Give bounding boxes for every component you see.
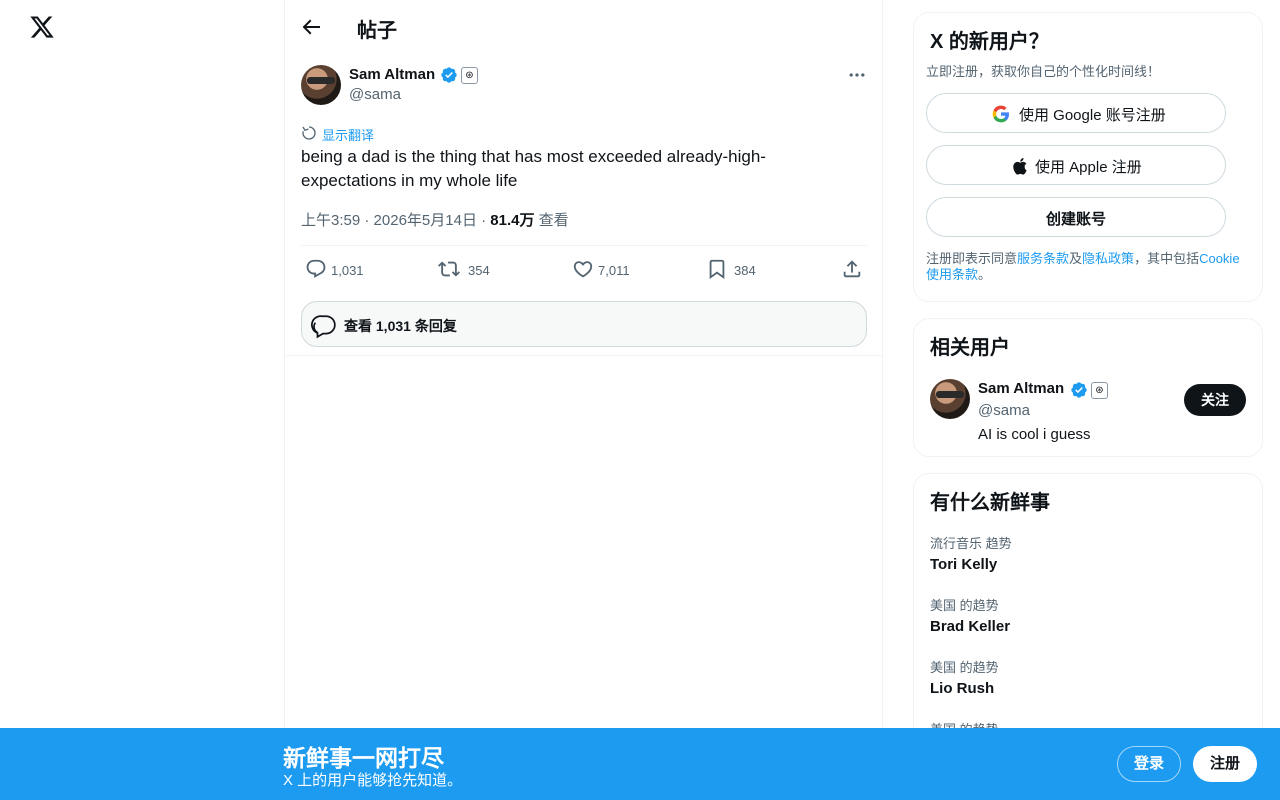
- legal-and: 及: [1069, 251, 1083, 266]
- tweet-meta: 上午3:59 · 2026年5月14日 · 81.4万 查看: [301, 209, 569, 230]
- trend-category: 美国 的趋势: [930, 660, 999, 675]
- back-arrow-icon[interactable]: [299, 15, 323, 39]
- tweet-date[interactable]: 2026年5月14日: [374, 212, 477, 229]
- view-replies-label: 查看 1,031 条回复: [344, 318, 457, 334]
- translate-label: 显示翻译: [322, 128, 375, 143]
- related-avatar[interactable]: [930, 379, 970, 419]
- divider: [301, 245, 867, 246]
- bookmark-icon: [709, 259, 725, 280]
- verified-icon: [441, 67, 457, 83]
- trend-name: Lio Rush: [930, 680, 995, 697]
- tweet-text: being a dad is the thing that has most e…: [301, 147, 766, 190]
- apple-icon: [1013, 158, 1027, 175]
- tweet-time[interactable]: 上午3:59: [301, 212, 360, 229]
- legal-including: ，其中包括: [1134, 251, 1200, 266]
- tweet-actions: 1,031 354 7,011 384: [301, 255, 867, 285]
- google-signup-button[interactable]: 使用 Google 账号注册: [926, 93, 1226, 133]
- follow-button[interactable]: 关注: [1184, 384, 1246, 416]
- bookmark-button[interactable]: 384: [702, 255, 782, 285]
- trend-item[interactable]: 流行音乐 趋势 Tori Kelly: [930, 533, 1248, 573]
- affiliate-badge: ⊛: [461, 67, 478, 84]
- google-icon: [992, 105, 1009, 123]
- share-icon: [843, 260, 861, 278]
- trends-title: 有什么新鲜事: [930, 492, 1050, 514]
- apple-signup-button[interactable]: 使用 Apple 注册: [926, 145, 1226, 185]
- verified-icon: [1071, 382, 1087, 398]
- separator: ·: [481, 212, 487, 229]
- retweet-button[interactable]: 354: [434, 255, 514, 285]
- privacy-link[interactable]: 隐私政策: [1082, 251, 1134, 266]
- author-handle[interactable]: @sama: [349, 86, 401, 103]
- view-label: 查看: [538, 212, 569, 229]
- trend-category: 美国 的趋势: [930, 598, 999, 613]
- reply-button[interactable]: 1,031: [301, 255, 391, 285]
- affiliate-badge: ⊛: [1091, 382, 1108, 399]
- signup-subtitle: 立即注册，获取你自己的个性化时间线！: [926, 64, 1161, 79]
- retweet-count: 354: [468, 263, 490, 278]
- related-bio: AI is cool i guess: [978, 426, 1091, 443]
- legal-prefix: 注册即表示同意: [926, 251, 1018, 266]
- divider: [285, 355, 883, 356]
- related-title: 相关用户: [930, 337, 1010, 359]
- translate-icon: [302, 126, 316, 140]
- reply-count: 1,031: [331, 263, 364, 278]
- separator: ·: [364, 212, 370, 229]
- author-name[interactable]: Sam Altman: [349, 66, 435, 83]
- main-column: 帖子 Sam Altman ⊛ @sama 显示翻译 being a dad i…: [284, 0, 883, 800]
- like-icon: [573, 261, 593, 278]
- signup-banner: 新鲜事一网打尽 X 上的用户能够抢先知道。 登录 注册: [0, 728, 1280, 800]
- like-button[interactable]: 7,011: [568, 255, 648, 285]
- trend-item[interactable]: 美国 的趋势 Brad Keller: [930, 595, 1248, 635]
- top-bar: 帖子: [285, 0, 883, 53]
- page-title: 帖子: [357, 20, 397, 42]
- login-button[interactable]: 登录: [1117, 746, 1181, 782]
- google-signup-label: 使用 Google 账号注册: [1019, 107, 1166, 124]
- bookmark-count: 384: [734, 263, 756, 278]
- banner-subtitle: X 上的用户能够抢先知道。: [283, 772, 463, 789]
- reply-bubbles-icon: [311, 315, 336, 339]
- create-account-label: 创建账号: [1045, 211, 1106, 228]
- signup-button[interactable]: 注册: [1193, 746, 1257, 782]
- apple-signup-label: 使用 Apple 注册: [1035, 159, 1142, 176]
- share-button[interactable]: [837, 255, 867, 285]
- related-name[interactable]: Sam Altman: [978, 380, 1064, 397]
- x-logo-icon[interactable]: [29, 14, 55, 40]
- signup-card: X 的新用户？ 立即注册，获取你自己的个性化时间线！ 使用 Google 账号注…: [913, 12, 1263, 302]
- trend-category: 流行音乐 趋势: [930, 536, 1012, 551]
- legal-period: 。: [978, 267, 992, 282]
- legal-text: 注册即表示同意服务条款及隐私政策，其中包括Cookie 使用条款。: [926, 251, 1250, 283]
- view-count: 81.4万: [490, 212, 535, 229]
- trend-name: Brad Keller: [930, 618, 1011, 635]
- trend-name: Tori Kelly: [930, 556, 998, 573]
- more-icon[interactable]: [847, 65, 867, 85]
- retweet-icon: [438, 261, 460, 277]
- create-account-button[interactable]: 创建账号: [926, 197, 1226, 237]
- view-replies-button[interactable]: 查看 1,031 条回复: [301, 301, 867, 347]
- terms-link[interactable]: 服务条款: [1017, 251, 1069, 266]
- reply-icon: [306, 259, 326, 278]
- related-users-card: 相关用户 Sam Altman ⊛ @sama AI is cool i gue…: [913, 318, 1263, 457]
- banner-title: 新鲜事一网打尽: [283, 745, 444, 771]
- tweet-author: Sam Altman ⊛ @sama: [301, 65, 867, 107]
- signup-title: X 的新用户？: [930, 31, 1049, 53]
- trend-item[interactable]: 美国 的趋势 Lio Rush: [930, 657, 1248, 697]
- related-handle[interactable]: @sama: [978, 402, 1030, 419]
- left-nav: [0, 0, 284, 800]
- like-count: 7,011: [598, 263, 630, 278]
- avatar[interactable]: [301, 65, 341, 105]
